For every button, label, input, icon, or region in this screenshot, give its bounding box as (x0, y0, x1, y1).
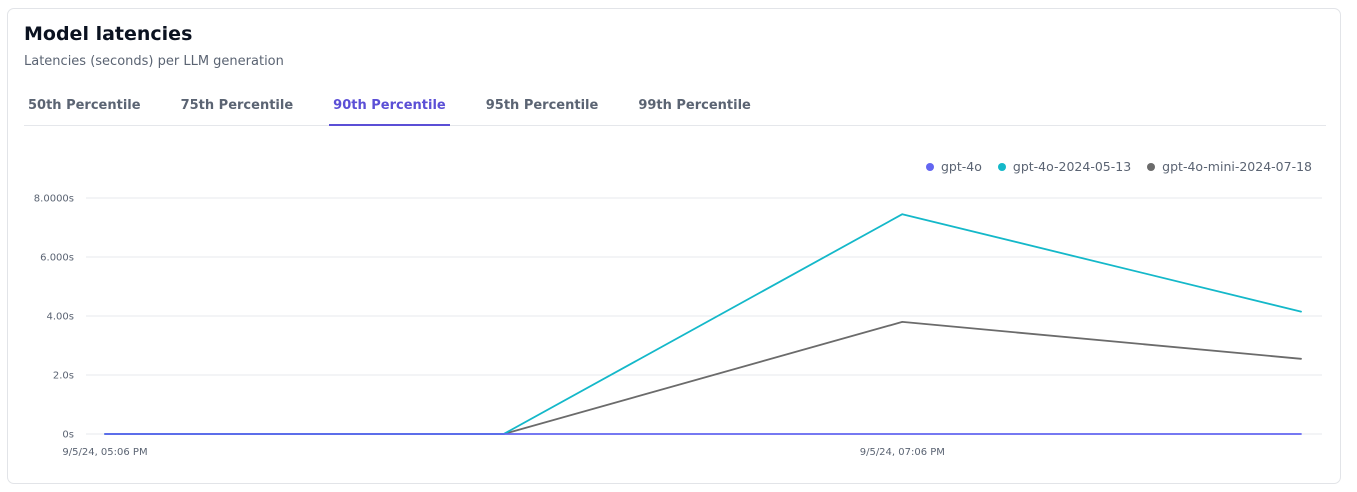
x-tick-label: 9/5/24, 05:06 PM (62, 447, 147, 458)
y-tick-label: 0s (62, 430, 74, 441)
x-tick-label: 9/5/24, 07:06 PM (860, 447, 945, 458)
y-tick-label: 2.0s (53, 371, 74, 382)
y-tick-label: 6.000s (40, 253, 74, 264)
series-line-gpt-4o-2024-05-13 (104, 213, 1302, 435)
latency-line-chart: 0s 2.0s 4.00s 6.000s 8.0000s 9/5/24, 05:06 PM… (34, 194, 1322, 458)
y-tick-label: 8.0000s (34, 194, 74, 205)
y-tick-label: 4.00s (47, 312, 74, 323)
series-line-gpt-4o-mini-2024-07-18 (104, 320, 1302, 435)
